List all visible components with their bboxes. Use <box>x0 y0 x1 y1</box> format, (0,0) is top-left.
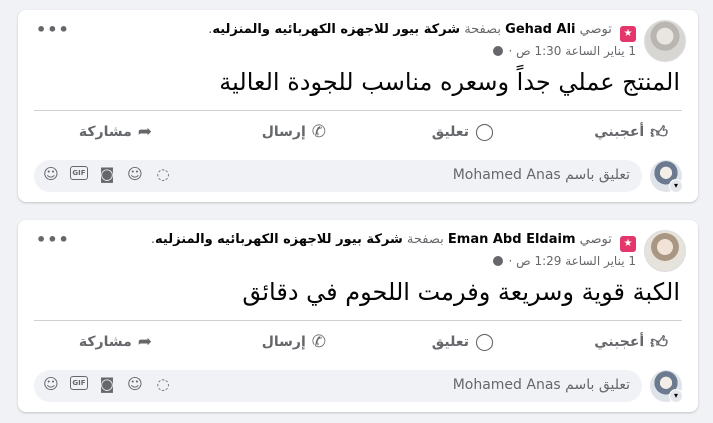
comment-placeholder: تعليق باسم Mohamed Anas <box>452 377 630 393</box>
comment-composer: ▾ تعليق باسم Mohamed Anas ☺ GIF ◙ ☺ ◌ <box>34 158 683 194</box>
like-label: أعجبني <box>594 334 645 350</box>
sticker-icon[interactable]: ☺ <box>42 375 60 393</box>
gif-icon[interactable]: GIF <box>70 376 88 390</box>
sticker-icon[interactable]: ☺ <box>42 165 60 183</box>
recommend-label: توصي <box>579 232 612 247</box>
current-user-avatar[interactable]: ▾ <box>650 370 683 403</box>
comment-input[interactable]: تعليق باسم Mohamed Anas ☺ GIF ◙ ☺ ◌ <box>34 160 642 192</box>
divider <box>34 320 682 321</box>
share-arrow-icon: ➦ <box>137 332 152 352</box>
globe-icon <box>492 256 503 266</box>
share-button[interactable]: ➦ مشاركة <box>79 114 152 150</box>
divider <box>34 110 682 111</box>
post-text: الكبة قوية وسريعة وفرمت اللحوم في دقائق <box>242 278 680 306</box>
action-bar: 👍︎ أعجبني ◯ تعليق ✆ إرسال ➦ مشاركة <box>34 114 682 150</box>
comment-label: تعليق <box>431 124 469 140</box>
emoji-icon[interactable]: ☺ <box>126 375 144 393</box>
author-avatar[interactable] <box>644 230 686 272</box>
messenger-icon: ✆ <box>311 332 326 352</box>
avatar-sticker-icon[interactable]: ◌ <box>154 375 172 393</box>
like-label: أعجبني <box>594 124 645 140</box>
camera-icon[interactable]: ◙ <box>98 375 116 393</box>
more-options-icon[interactable]: ••• <box>36 20 70 39</box>
timestamp[interactable]: 1 يناير الساعة 1:30 ص <box>516 44 636 58</box>
post-meta: 1 يناير الساعة 1:29 ص · <box>492 254 636 268</box>
comment-tools: ☺ GIF ◙ ☺ ◌ <box>42 375 172 393</box>
current-user-avatar[interactable]: ▾ <box>650 160 683 193</box>
like-button[interactable]: 👍︎ أعجبني <box>594 324 668 360</box>
post-card: ★ توصي Eman Abd Eldaim بصفحة شركة بيور ل… <box>18 220 698 412</box>
author-name[interactable]: Gehad Ali <box>505 22 575 37</box>
share-label: مشاركة <box>78 334 132 350</box>
post-card: ★ توصي Gehad Ali بصفحة شركة بيور للاجهزه… <box>18 10 698 202</box>
thumbs-up-icon: 👍︎ <box>650 332 668 353</box>
messenger-icon: ✆ <box>311 122 326 142</box>
speech-bubble-icon: ◯ <box>474 122 494 142</box>
chevron-down-icon[interactable]: ▾ <box>669 389 683 403</box>
post-header-line: ★ توصي Gehad Ali بصفحة شركة بيور للاجهزه… <box>208 22 636 42</box>
send-button[interactable]: ✆ إرسال <box>262 114 326 150</box>
thumbs-up-icon: 👍︎ <box>650 122 668 143</box>
page-name-link[interactable]: شركة بيور للاجهزه الكهربائيه والمنزليه <box>212 22 460 37</box>
comment-input[interactable]: تعليق باسم Mohamed Anas ☺ GIF ◙ ☺ ◌ <box>34 370 642 402</box>
action-bar: 👍︎ أعجبني ◯ تعليق ✆ إرسال ➦ مشاركة <box>34 324 682 360</box>
post-header: ★ توصي Gehad Ali بصفحة شركة بيور للاجهزه… <box>18 20 698 70</box>
page-name-link[interactable]: شركة بيور للاجهزه الكهربائيه والمنزليه <box>155 232 403 247</box>
send-label: إرسال <box>261 124 306 140</box>
star-badge-icon: ★ <box>620 236 636 252</box>
author-name[interactable]: Eman Abd Eldaim <box>448 232 576 247</box>
comment-button[interactable]: ◯ تعليق <box>432 324 494 360</box>
globe-icon <box>492 46 503 56</box>
like-button[interactable]: 👍︎ أعجبني <box>594 114 668 150</box>
speech-bubble-icon: ◯ <box>474 332 494 352</box>
avatar-sticker-icon[interactable]: ◌ <box>154 165 172 183</box>
gif-icon[interactable]: GIF <box>70 166 88 180</box>
on-page-label: بصفحة <box>406 232 444 247</box>
more-options-icon[interactable]: ••• <box>36 230 70 249</box>
comment-placeholder: تعليق باسم Mohamed Anas <box>452 167 630 183</box>
chevron-down-icon[interactable]: ▾ <box>669 179 683 193</box>
share-button[interactable]: ➦ مشاركة <box>79 324 152 360</box>
timestamp[interactable]: 1 يناير الساعة 1:29 ص <box>516 254 636 268</box>
star-badge-icon: ★ <box>620 26 636 42</box>
comment-label: تعليق <box>431 334 469 350</box>
post-header: ★ توصي Eman Abd Eldaim بصفحة شركة بيور ل… <box>18 230 698 280</box>
post-text: المنتج عملي جداً وسعره مناسب للجودة العا… <box>219 68 680 96</box>
send-label: إرسال <box>261 334 306 350</box>
share-arrow-icon: ➦ <box>137 122 152 142</box>
post-meta: 1 يناير الساعة 1:30 ص · <box>492 44 636 58</box>
recommend-label: توصي <box>579 22 612 37</box>
comment-button[interactable]: ◯ تعليق <box>432 114 494 150</box>
emoji-icon[interactable]: ☺ <box>126 165 144 183</box>
comment-composer: ▾ تعليق باسم Mohamed Anas ☺ GIF ◙ ☺ ◌ <box>34 368 683 404</box>
post-header-line: ★ توصي Eman Abd Eldaim بصفحة شركة بيور ل… <box>151 232 636 252</box>
author-avatar[interactable] <box>644 20 686 62</box>
on-page-label: بصفحة <box>464 22 502 37</box>
camera-icon[interactable]: ◙ <box>98 165 116 183</box>
share-label: مشاركة <box>78 124 132 140</box>
comment-tools: ☺ GIF ◙ ☺ ◌ <box>42 165 172 183</box>
send-button[interactable]: ✆ إرسال <box>262 324 326 360</box>
